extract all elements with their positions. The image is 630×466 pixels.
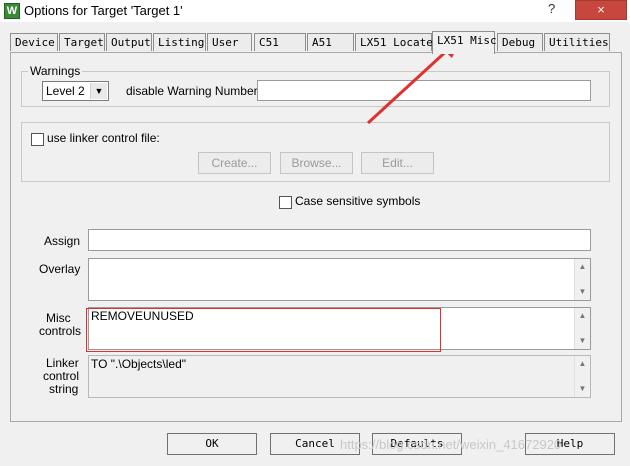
ok-button[interactable]: OK xyxy=(167,433,257,455)
linker-control-string-value: TO ".\Objects\led" xyxy=(91,357,186,371)
warning-level-value: Level 2 xyxy=(46,84,85,98)
window-title: Options for Target 'Target 1' xyxy=(24,3,183,18)
disable-warning-label: disable Warning Numbers: xyxy=(126,84,267,98)
tab-a51[interactable]: A51 xyxy=(307,33,354,51)
overlay-scrollbar[interactable]: ▲ ▼ xyxy=(574,259,590,300)
assign-input[interactable] xyxy=(88,229,591,251)
linker-label-line2: control xyxy=(43,369,80,383)
linker-scrollbar[interactable]: ▲ ▼ xyxy=(574,356,590,397)
scroll-up-icon[interactable]: ▲ xyxy=(575,260,590,274)
help-icon[interactable]: ? xyxy=(548,1,555,16)
tab-lx51-locate[interactable]: LX51 Locate xyxy=(355,33,433,51)
linker-control-checkbox[interactable] xyxy=(31,133,44,146)
title-bar: W Options for Target 'Target 1' ? × xyxy=(0,0,630,22)
case-sensitive-label: Case sensitive symbols xyxy=(295,194,421,208)
tab-target[interactable]: Target xyxy=(59,33,105,51)
scroll-up-icon[interactable]: ▲ xyxy=(575,309,590,323)
misc-label-line2: controls xyxy=(39,324,82,338)
scroll-down-icon[interactable]: ▼ xyxy=(575,334,590,348)
scroll-up-icon[interactable]: ▲ xyxy=(575,357,590,371)
linker-control-label: use linker control file: xyxy=(47,131,160,145)
misc-label-line1: Misc xyxy=(46,311,71,325)
scroll-down-icon[interactable]: ▼ xyxy=(575,382,590,396)
tab-panel-lx51-misc: Warnings Level 2 ▼ disable Warning Numbe… xyxy=(10,52,622,422)
create-button[interactable]: Create... xyxy=(198,152,271,174)
tab-listing[interactable]: Listing xyxy=(153,33,206,51)
misc-controls-highlight-box xyxy=(86,308,441,352)
options-dialog: W Options for Target 'Target 1' ? × Devi… xyxy=(0,0,630,466)
scroll-down-icon[interactable]: ▼ xyxy=(575,285,590,299)
tab-device[interactable]: Device xyxy=(10,33,58,51)
tab-utilities[interactable]: Utilities xyxy=(544,33,610,51)
tab-output[interactable]: Output xyxy=(106,33,152,51)
edit-button[interactable]: Edit... xyxy=(361,152,434,174)
app-icon: W xyxy=(4,3,20,19)
close-button[interactable]: × xyxy=(575,0,627,20)
disable-warning-input[interactable] xyxy=(257,80,591,101)
linker-control-string: TO ".\Objects\led" ▲ ▼ xyxy=(88,355,591,398)
chevron-down-icon[interactable]: ▼ xyxy=(90,83,107,99)
tab-bar: Device Target Output Listing User C51 A5… xyxy=(10,31,622,54)
linker-label-line3: string xyxy=(49,382,79,396)
watermark-text: https://blog.csdn.net/weixin_41672920 xyxy=(340,437,562,452)
tab-debug[interactable]: Debug xyxy=(497,33,543,51)
misc-scrollbar[interactable]: ▲ ▼ xyxy=(574,308,590,349)
overlay-label: Overlay xyxy=(39,262,81,276)
tab-user[interactable]: User xyxy=(207,33,252,51)
tab-c51[interactable]: C51 xyxy=(254,33,306,51)
browse-button[interactable]: Browse... xyxy=(280,152,353,174)
assign-label: Assign xyxy=(44,234,81,248)
case-sensitive-checkbox[interactable] xyxy=(279,196,292,209)
overlay-input[interactable]: ▲ ▼ xyxy=(88,258,591,301)
linker-label-line1: Linker xyxy=(46,356,79,370)
warnings-group-label: Warnings xyxy=(28,64,83,78)
warning-level-select[interactable]: Level 2 ▼ xyxy=(42,81,109,101)
tab-lx51-misc[interactable]: LX51 Misc xyxy=(432,31,497,54)
